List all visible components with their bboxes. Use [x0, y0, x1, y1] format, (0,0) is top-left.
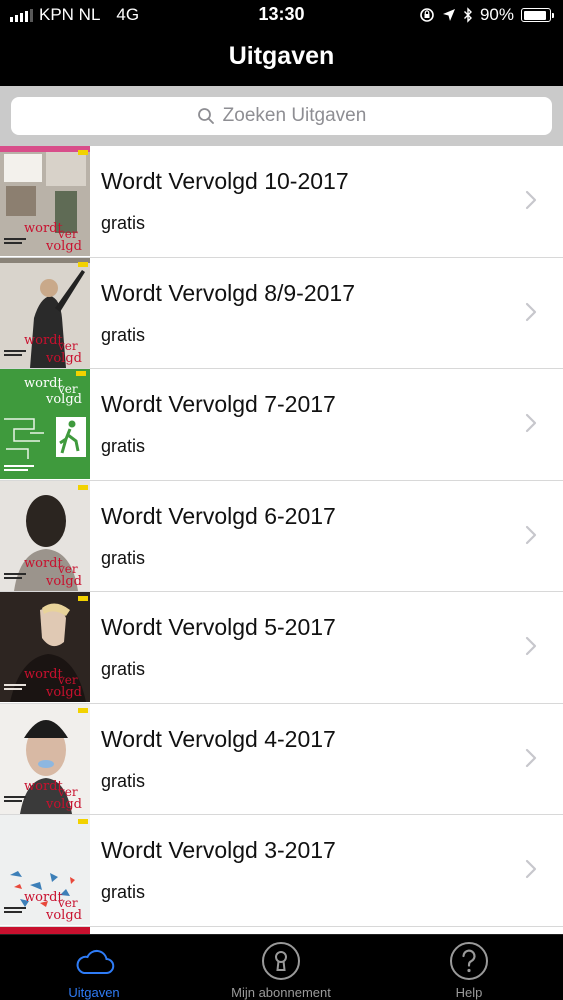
issue-row[interactable]: wordt ver volgd Wordt Vervolgd 5-2017 gr…	[0, 592, 563, 704]
issue-row[interactable]: wordt ver volgd Wordt Vervolgd 8/9-2017 …	[0, 257, 563, 369]
issue-list: wordt ver volgd Wordt Vervolgd 10-2017 g…	[0, 146, 563, 934]
issue-title: Wordt Vervolgd 10-2017	[101, 168, 349, 194]
svg-text:volgd: volgd	[45, 574, 82, 589]
issue-price: gratis	[101, 547, 146, 568]
location-icon	[442, 9, 455, 21]
tab-help[interactable]: Help	[419, 935, 519, 1000]
navigation-bar: Uitgaven	[0, 30, 563, 86]
tab-label-help: Help	[455, 985, 483, 1000]
tab-mijn-abonnement[interactable]: Mijn abonnement	[206, 935, 356, 1000]
chevron-right-icon	[525, 302, 537, 321]
cloud-icon	[76, 949, 115, 975]
issue-title: Wordt Vervolgd 4-2017	[101, 725, 336, 752]
tab-label-mijn-abonnement: Mijn abonnement	[231, 985, 331, 1000]
chevron-right-icon	[525, 748, 537, 767]
issue-price: gratis	[101, 213, 146, 233]
status-right: 90%	[419, 5, 554, 25]
page-title: Uitgaven	[228, 42, 335, 70]
issue-row[interactable]: wordt ver volgd Wordt Vervolgd 7-2017 gr…	[0, 369, 563, 481]
orientation-lock-icon	[420, 8, 434, 22]
issue-title: Wordt Vervolgd 3-2017	[101, 837, 336, 863]
issue-price: gratis	[101, 882, 146, 902]
chevron-right-icon	[525, 636, 537, 656]
issue-title: Wordt Vervolgd 7-2017	[101, 391, 336, 417]
issue-cover-image: wordt ver volgd	[0, 703, 90, 814]
issue-cover-image	[0, 926, 90, 934]
bluetooth-icon	[463, 7, 472, 23]
issue-title: Wordt Vervolgd 5-2017	[101, 614, 336, 640]
search-icon	[197, 108, 214, 124]
issue-row[interactable]: wordt ver volgd Wordt Vervolgd 3-2017 gr…	[0, 815, 563, 927]
search-placeholder: Zoeken Uitgaven	[222, 105, 367, 126]
svg-text:volgd: volgd	[45, 351, 82, 366]
issue-price: gratis	[101, 324, 146, 345]
battery-icon	[521, 8, 554, 22]
issue-cover-image: wordt ver volgd	[0, 146, 90, 256]
svg-text:volgd: volgd	[45, 908, 82, 923]
issue-row[interactable]: wordt ver volgd Wordt Vervolgd 4-2017 gr…	[0, 703, 563, 815]
issue-title: Wordt Vervolgd 8/9-2017	[101, 279, 356, 306]
search-bar-container: Zoeken Uitgaven	[0, 86, 563, 146]
issue-cover-image: wordt ver volgd	[0, 480, 90, 591]
svg-text:volgd: volgd	[45, 239, 82, 254]
issue-row[interactable]: wordt ver volgd Wordt Vervolgd 6-2017 gr…	[0, 480, 563, 592]
svg-text:volgd: volgd	[45, 685, 82, 700]
issue-cover-image: wordt ver volgd	[0, 592, 90, 702]
issue-row-partial[interactable]	[0, 926, 563, 934]
svg-text:volgd: volgd	[45, 392, 82, 407]
chevron-right-icon	[525, 525, 537, 544]
battery-percent: 90%	[479, 5, 514, 24]
issue-price: gratis	[101, 770, 146, 791]
issue-price: gratis	[101, 436, 146, 456]
tab-uitgaven[interactable]: Uitgaven	[44, 935, 144, 1000]
issue-price: gratis	[101, 659, 146, 679]
search-input[interactable]: Zoeken Uitgaven	[11, 97, 552, 135]
issue-cover-image: wordt ver volgd	[0, 815, 90, 925]
issue-title: Wordt Vervolgd 6-2017	[101, 502, 336, 529]
chevron-right-icon	[525, 413, 537, 433]
issue-cover-image: wordt ver volgd	[0, 257, 90, 368]
chevron-right-icon	[525, 859, 537, 879]
svg-text:volgd: volgd	[45, 797, 82, 812]
battery-level	[523, 10, 546, 20]
status-bar: KPN NL 4G 13:30 90%	[0, 0, 563, 30]
tab-bar: Uitgaven Mijn abonnement Help	[0, 934, 563, 1000]
question-icon	[450, 942, 488, 980]
issue-cover-image: wordt ver volgd	[0, 369, 90, 479]
tab-label-uitgaven: Uitgaven	[68, 985, 120, 1000]
issue-row[interactable]: wordt ver volgd Wordt Vervolgd 10-2017 g…	[0, 146, 563, 258]
chevron-right-icon	[525, 190, 537, 210]
keyhole-icon	[262, 942, 300, 980]
